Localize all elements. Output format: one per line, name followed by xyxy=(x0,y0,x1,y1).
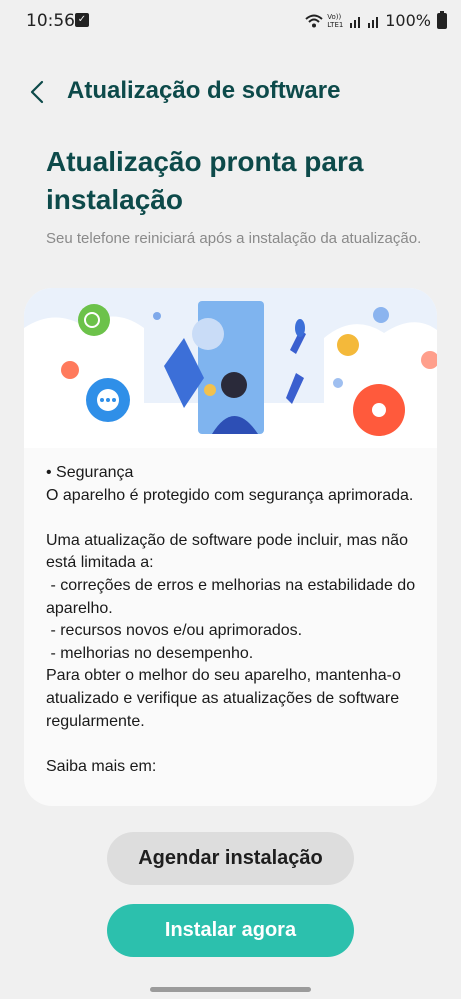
signal-icon-2 xyxy=(368,16,379,28)
back-arrow-icon xyxy=(30,80,44,104)
wifi-icon xyxy=(305,14,323,27)
schedule-install-button[interactable]: Agendar instalação xyxy=(107,832,354,885)
page-title: Atualização pronta para instalação xyxy=(46,146,364,215)
network-label: Vo)) LTE1 xyxy=(327,12,344,29)
install-now-button[interactable]: Instalar agora xyxy=(107,904,354,957)
header-title: Atualização de software xyxy=(67,77,341,104)
battery-icon xyxy=(437,10,447,29)
battery-percent: 100% xyxy=(385,11,431,30)
update-illustration xyxy=(24,288,437,448)
signal-icon xyxy=(350,16,361,28)
status-bar: 10:56 ✓ Vo)) LTE1 100% xyxy=(0,0,461,44)
status-time: 10:56 xyxy=(26,11,75,31)
status-right: Vo)) LTE1 100% xyxy=(305,10,447,30)
home-indicator[interactable] xyxy=(150,987,311,992)
release-notes-text: • Segurança O aparelho é protegido com s… xyxy=(46,464,416,775)
app-header: Atualização de software xyxy=(0,70,461,114)
back-button[interactable] xyxy=(24,76,54,108)
release-notes-card[interactable]: • Segurança O aparelho é protegido com s… xyxy=(24,288,437,806)
page-subtitle: Seu telefone reiniciará após a instalaçã… xyxy=(46,230,422,247)
check-icon: ✓ xyxy=(75,13,89,27)
